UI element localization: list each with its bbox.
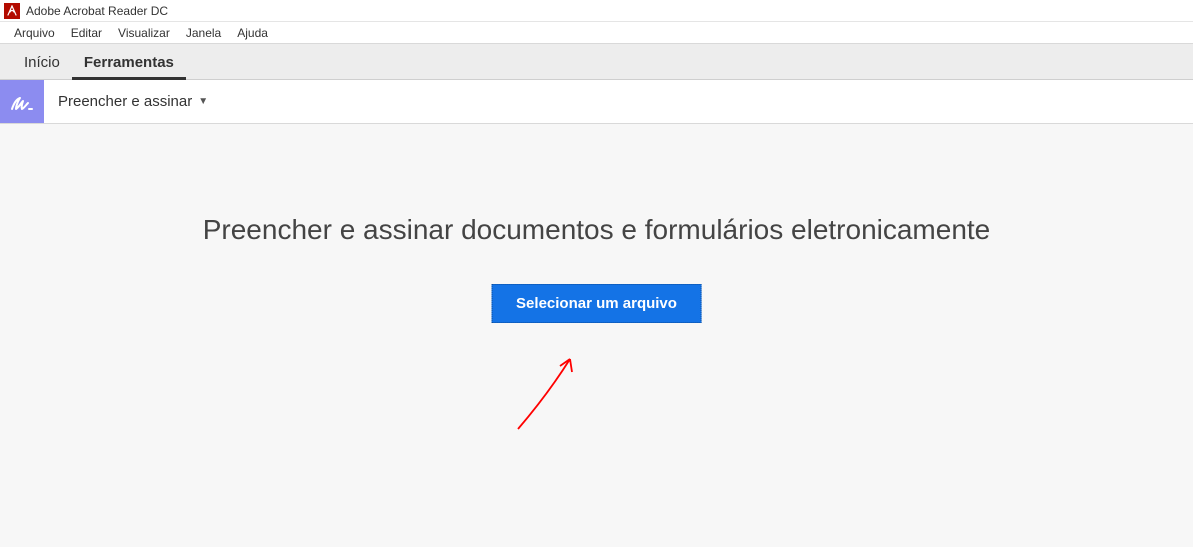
- acrobat-app-icon: [4, 3, 20, 19]
- fill-sign-label: Preencher e assinar: [58, 93, 192, 110]
- tab-ferramentas[interactable]: Ferramentas: [72, 48, 186, 80]
- page-heading: Preencher e assinar documentos e formulá…: [0, 214, 1193, 246]
- menu-visualizar[interactable]: Visualizar: [110, 22, 178, 44]
- content-area: Preencher e assinar documentos e formulá…: [0, 124, 1193, 547]
- toolbar: Preencher e assinar ▼: [0, 80, 1193, 124]
- fill-sign-icon: [0, 80, 44, 123]
- menu-ajuda[interactable]: Ajuda: [229, 22, 276, 44]
- menu-arquivo[interactable]: Arquivo: [6, 22, 63, 44]
- fill-sign-dropdown[interactable]: Preencher e assinar ▼: [44, 80, 222, 123]
- titlebar: Adobe Acrobat Reader DC: [0, 0, 1193, 22]
- menu-editar[interactable]: Editar: [63, 22, 110, 44]
- select-file-button[interactable]: Selecionar um arquivo: [491, 284, 702, 323]
- window-title: Adobe Acrobat Reader DC: [26, 4, 168, 18]
- menu-janela[interactable]: Janela: [178, 22, 229, 44]
- menubar: Arquivo Editar Visualizar Janela Ajuda: [0, 22, 1193, 44]
- annotation-arrow-icon: [508, 344, 598, 434]
- tab-inicio[interactable]: Início: [12, 48, 72, 80]
- tabbar: Início Ferramentas: [0, 44, 1193, 80]
- chevron-down-icon: ▼: [198, 96, 208, 107]
